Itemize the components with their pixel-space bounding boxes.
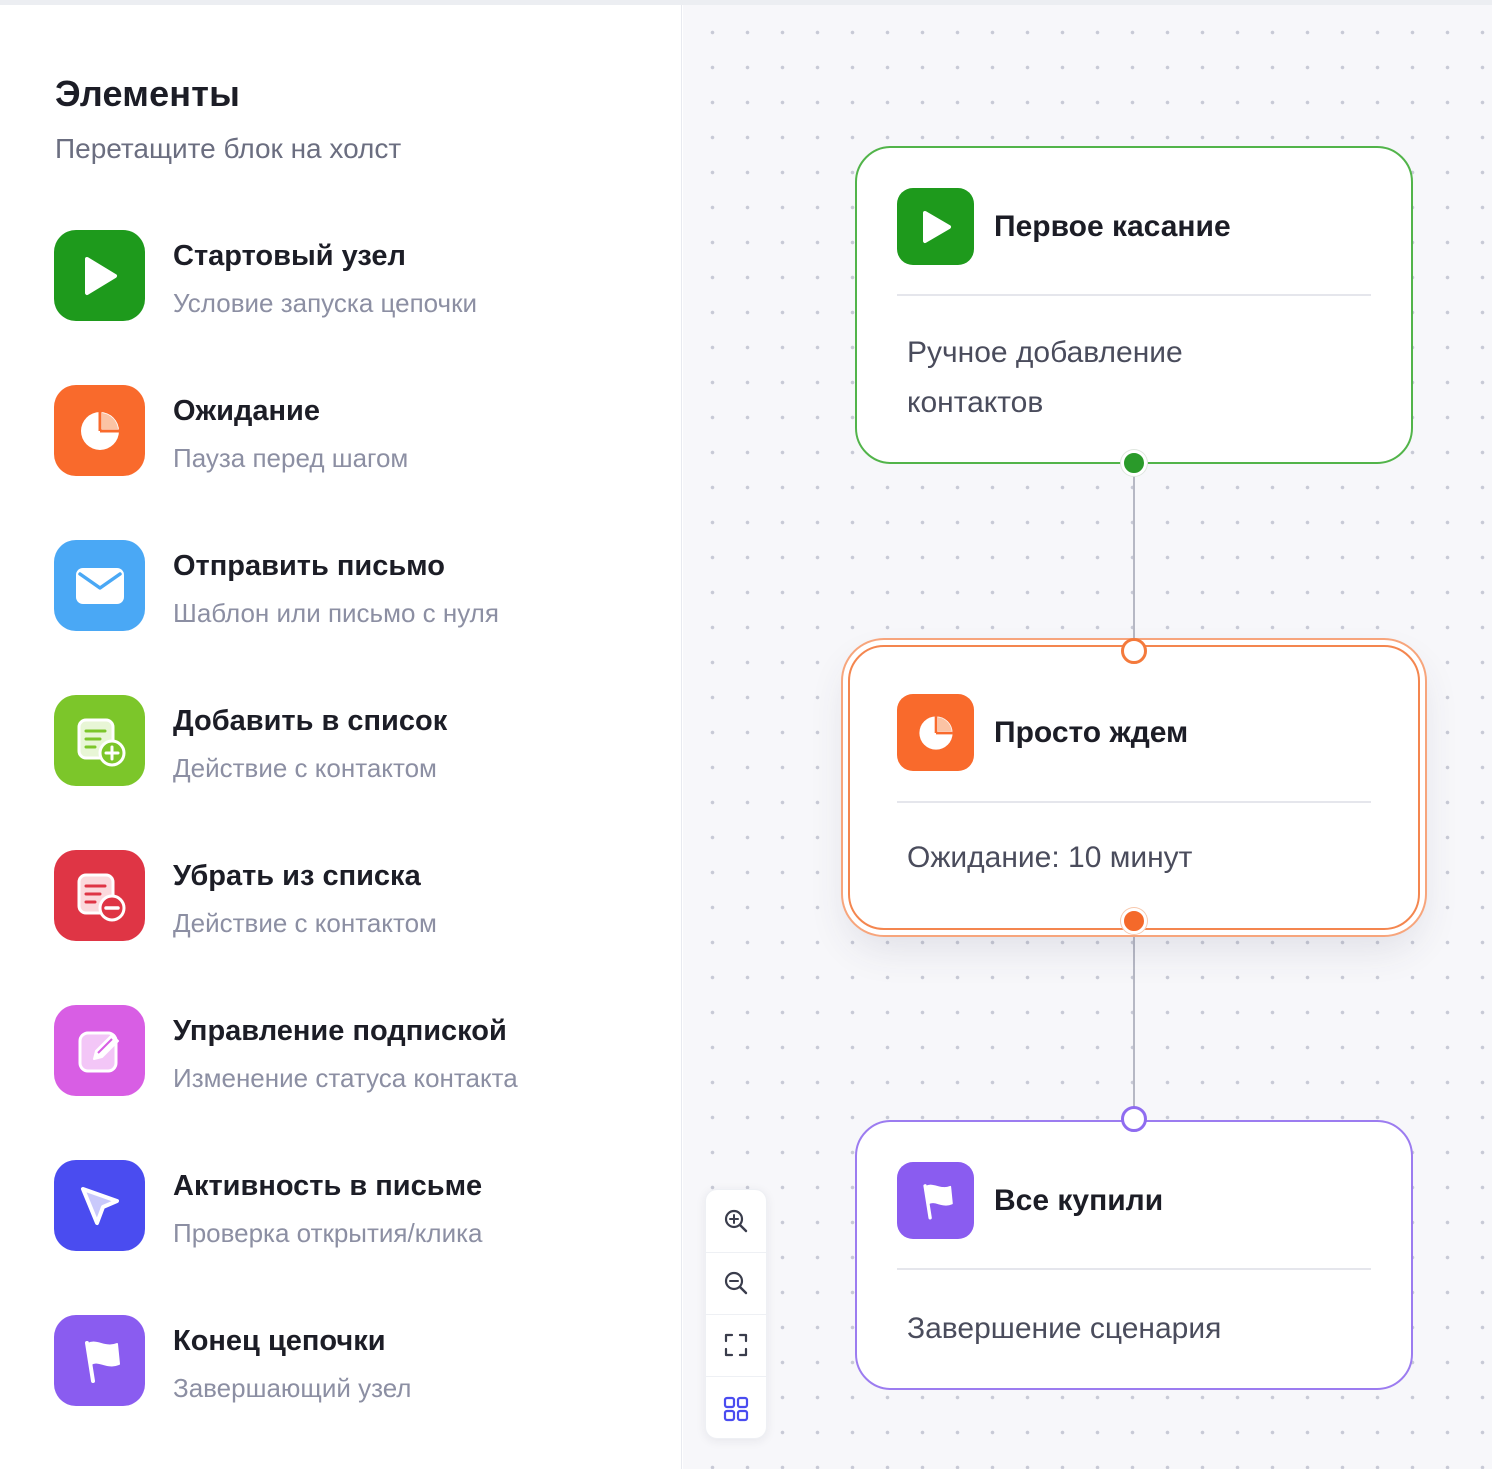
node-divider — [897, 294, 1371, 296]
element-desc: Шаблон или письмо с нуля — [173, 598, 499, 628]
zoom-in-button[interactable] — [706, 1190, 766, 1252]
element-end-of-chain[interactable]: Конец цепочки Завершающий узел — [54, 1315, 654, 1469]
canvas-controls — [705, 1189, 767, 1439]
node-header: Первое касание — [897, 188, 1231, 265]
element-desc: Действие с контактом — [173, 753, 437, 783]
node-header: Просто ждем — [897, 694, 1188, 771]
element-name: Стартовый узел — [173, 240, 406, 272]
list-remove-icon — [54, 850, 145, 941]
node-title: Все купили — [994, 1183, 1164, 1217]
list-add-icon — [54, 695, 145, 786]
element-name: Ожидание — [173, 395, 320, 427]
flow-node-start[interactable]: Первое касание Ручное добавление контакт… — [855, 146, 1413, 464]
zoom-out-button[interactable] — [706, 1252, 766, 1314]
flow-node-wait[interactable]: Просто ждем Ожидание: 10 минут — [848, 645, 1420, 930]
sidebar-title: Элементы — [55, 73, 241, 114]
flag-icon — [54, 1315, 145, 1406]
node-title: Первое касание — [994, 209, 1231, 243]
node-description: Завершение сценария — [907, 1312, 1222, 1345]
element-desc: Действие с контактом — [173, 908, 437, 938]
element-name: Убрать из списка — [173, 860, 421, 892]
cursor-pointer-icon — [54, 1160, 145, 1251]
input-port-end[interactable] — [1121, 1106, 1147, 1132]
element-send-email[interactable]: Отправить письмо Шаблон или письмо с нул… — [54, 540, 654, 695]
element-name: Добавить в список — [173, 705, 448, 737]
output-port-wait[interactable] — [1121, 908, 1147, 934]
grid-layout-button[interactable] — [706, 1378, 766, 1440]
element-remove-from-list[interactable]: Убрать из списка Действие с контактом — [54, 850, 654, 1005]
edit-pencil-icon — [54, 1005, 145, 1096]
element-desc: Пауза перед шагом — [173, 443, 409, 473]
node-description: Ожидание: 10 минут — [907, 841, 1193, 874]
element-name: Активность в письме — [173, 1170, 483, 1202]
element-add-to-list[interactable]: Добавить в список Действие с контактом — [54, 695, 654, 850]
controls-divider — [706, 1376, 766, 1377]
output-port-start[interactable] — [1121, 450, 1147, 476]
node-header: Все купили — [897, 1162, 1163, 1239]
fit-view-icon — [724, 1333, 748, 1357]
element-name: Конец цепочки — [173, 1325, 386, 1357]
flag-icon — [897, 1162, 974, 1239]
element-desc: Проверка открытия/клика — [173, 1218, 483, 1248]
play-icon — [897, 188, 974, 265]
element-manage-subscription[interactable]: Управление подпиской Изменение статуса к… — [54, 1005, 654, 1160]
element-email-activity[interactable]: Активность в письме Проверка открытия/кл… — [54, 1160, 654, 1315]
sidebar-subtitle: Перетащите блок на холст — [55, 133, 402, 164]
grid-icon — [723, 1396, 749, 1422]
envelope-icon — [54, 540, 145, 631]
fit-view-button[interactable] — [706, 1314, 766, 1376]
clock-pie-icon — [54, 385, 145, 476]
play-icon — [54, 230, 145, 321]
edge-start-to-wait[interactable] — [1133, 470, 1135, 640]
element-name: Управление подпиской — [173, 1015, 507, 1047]
edge-wait-to-end[interactable] — [1133, 930, 1135, 1110]
node-title: Просто ждем — [994, 715, 1189, 749]
element-desc: Завершающий узел — [173, 1373, 412, 1403]
elements-sidebar: Элементы Перетащите блок на холст Старто… — [0, 5, 682, 1469]
node-divider — [897, 1268, 1371, 1270]
element-desc: Изменение статуса контакта — [173, 1063, 518, 1093]
element-desc: Условие запуска цепочки — [173, 288, 477, 318]
zoom-in-icon — [724, 1209, 748, 1233]
zoom-out-icon — [724, 1271, 748, 1295]
element-list: Стартовый узел Условие запуска цепочки О… — [54, 230, 654, 1469]
element-start-node[interactable]: Стартовый узел Условие запуска цепочки — [54, 230, 654, 385]
input-port-wait[interactable] — [1121, 638, 1147, 664]
element-wait[interactable]: Ожидание Пауза перед шагом — [54, 385, 654, 540]
node-divider — [897, 801, 1371, 803]
node-description: Ручное добавление контактов — [907, 336, 1183, 419]
clock-pie-icon — [897, 694, 974, 771]
element-name: Отправить письмо — [173, 550, 445, 582]
flow-node-end[interactable]: Все купили Завершение сценария — [855, 1120, 1413, 1390]
